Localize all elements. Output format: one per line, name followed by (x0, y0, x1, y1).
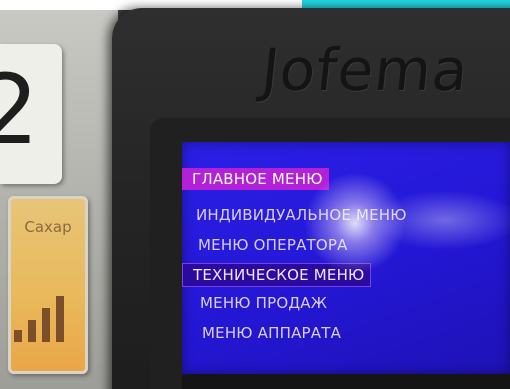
sugar-level-bar (42, 308, 50, 342)
sugar-label: Сахар (24, 218, 72, 236)
brand-logo: Jofema (258, 36, 473, 104)
screen-glare (370, 190, 510, 250)
menu-item-label: МЕНЮ ПРОДАЖ (200, 294, 328, 312)
menu-item-machine[interactable]: МЕНЮ АППАРАТА (202, 324, 341, 342)
menu-item-sales[interactable]: МЕНЮ ПРОДАЖ (200, 294, 327, 312)
sugar-level-bar (56, 296, 64, 342)
sugar-level-bar (28, 320, 36, 342)
vending-machine-photo: 2 Сахар Jofema ГЛАВНОЕ МЕНЮ ИНДИВИДУАЛЬН… (0, 0, 510, 389)
menu-item-label: МЕНЮ АППАРАТА (202, 324, 342, 342)
sugar-level-bar (14, 330, 22, 342)
display-bottom-edge (182, 374, 510, 389)
slot-number-card[interactable]: 2 (0, 44, 62, 184)
slot-number: 2 (0, 54, 40, 166)
sugar-level-indicator (12, 282, 82, 342)
